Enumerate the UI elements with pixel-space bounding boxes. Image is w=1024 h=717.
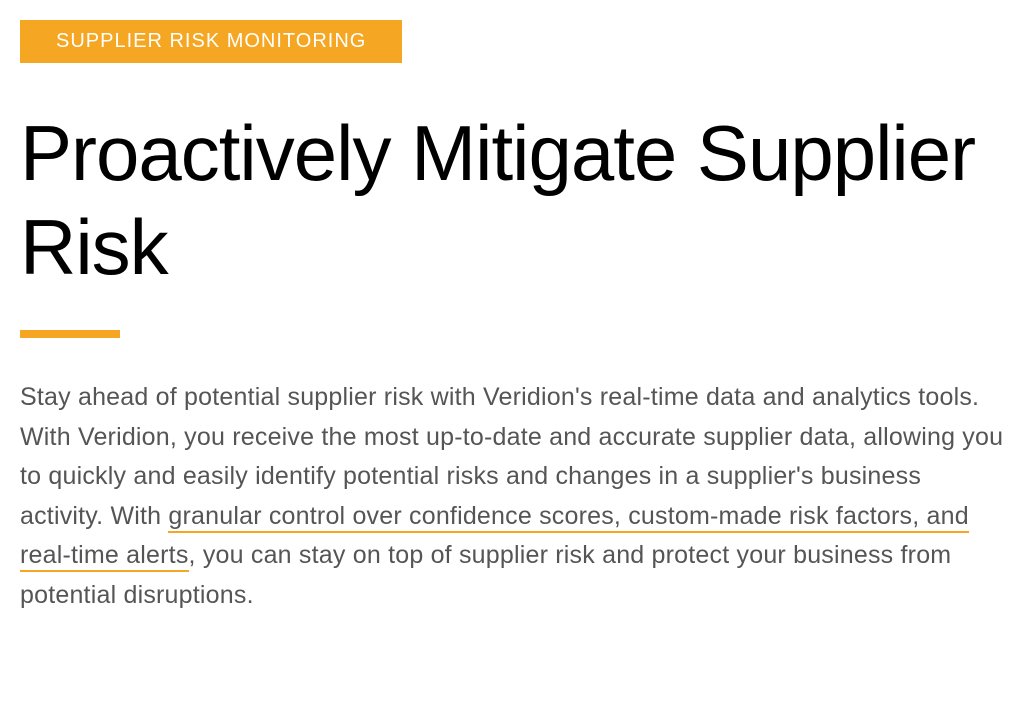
accent-divider xyxy=(20,330,120,338)
page-headline: Proactively Mitigate Supplier Risk xyxy=(20,107,1004,294)
category-tag: SUPPLIER RISK MONITORING xyxy=(20,20,402,63)
body-paragraph: Stay ahead of potential supplier risk wi… xyxy=(20,378,1004,615)
